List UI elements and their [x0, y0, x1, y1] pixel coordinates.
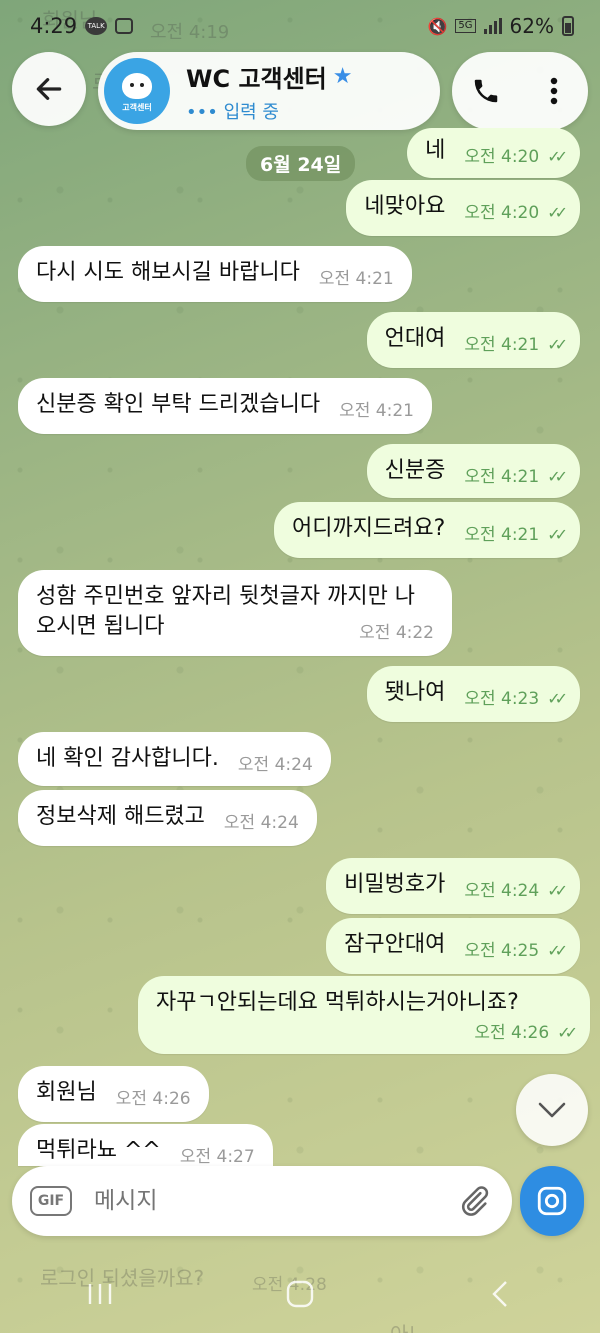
message-text: 네 [425, 138, 446, 163]
message-time: 오전 4:21 [464, 467, 540, 487]
message-text: 먹튀라뇨 ^^ [36, 1138, 161, 1163]
recent-apps-icon [88, 1284, 112, 1304]
message-out[interactable]: 자꾸ㄱ안되는데요 먹튀하시는거아니죠? 오전 4:26 ✓✓ [138, 976, 590, 1054]
status-bar: 4:29 TALK 🔇 5G 62% [0, 0, 600, 52]
message-text: 회원님 [36, 1080, 97, 1105]
message-time: 오전 4:24 [237, 755, 313, 775]
message-out[interactable]: 비밀벙호가 오전 4:24 ✓✓ [326, 858, 580, 914]
message-time: 오전 4:21 [464, 335, 540, 355]
message-time: 오전 4:25 [464, 941, 540, 961]
message-time: 오전 4:26 [474, 1023, 550, 1043]
message-out[interactable]: 네 오전 4:20 ✓✓ [407, 128, 580, 178]
message-time: 오전 4:21 [318, 269, 394, 289]
message-text: 네 확인 감사합니다. [36, 746, 219, 771]
paperclip-icon [461, 1186, 489, 1216]
message-out[interactable]: 됏나여 오전 4:23 ✓✓ [366, 666, 580, 722]
message-text: 어디까지드려요? [291, 516, 446, 541]
message-time: 오전 4:20 [464, 147, 540, 167]
message-out[interactable]: 어디까지드려요? 오전 4:21 ✓✓ [273, 502, 580, 558]
home-icon [286, 1280, 314, 1308]
message-in[interactable]: 성함 주민번호 앞자리 뒷첫글자 까지만 나오시면 됩니다 오전 4:22 [18, 570, 452, 656]
recent-apps-button[interactable] [70, 1269, 130, 1319]
message-text: 신분증 [384, 458, 446, 483]
phone-icon [474, 79, 498, 103]
message-time: 오전 4:22 [359, 623, 434, 643]
read-check-icon: ✓✓ [547, 335, 568, 354]
battery-icon [562, 16, 574, 36]
more-vertical-icon [550, 77, 558, 105]
read-check-icon: ✓✓ [547, 881, 568, 900]
message-text: 정보삭제 해드렸고 [36, 804, 205, 829]
back-nav-button[interactable] [470, 1269, 530, 1319]
read-check-icon: ✓✓ [557, 1023, 578, 1042]
call-button[interactable] [460, 65, 512, 117]
signal-icon [483, 18, 502, 34]
message-time: 오전 4:26 [115, 1089, 191, 1109]
chat-title: WC 고객센터 ★ [186, 59, 353, 94]
camera-icon [537, 1186, 567, 1216]
message-text: 언대여 [384, 326, 446, 351]
read-check-icon: ✓✓ [547, 467, 568, 486]
message-in[interactable]: 네 확인 감사합니다. 오전 4:24 [18, 732, 331, 786]
back-button[interactable] [12, 52, 86, 126]
message-text: 됏나여 [384, 680, 446, 705]
chevron-down-icon [538, 1102, 566, 1118]
message-in[interactable]: 신분증 확인 부탁 드리겠습니다 오전 4:21 [18, 378, 432, 434]
message-input-bar: GIF [12, 1166, 512, 1236]
message-out[interactable]: 신분증 오전 4:21 ✓✓ [366, 444, 580, 498]
home-button[interactable] [270, 1269, 330, 1319]
message-out[interactable]: 언대여 오전 4:21 ✓✓ [366, 312, 580, 368]
battery-percent: 62% [509, 14, 554, 38]
message-time: 오전 4:23 [464, 689, 540, 709]
system-navigation-bar [0, 1262, 600, 1326]
read-check-icon: ✓✓ [547, 147, 568, 166]
gif-button[interactable]: GIF [30, 1186, 72, 1216]
message-time: 오전 4:20 [464, 203, 540, 223]
star-icon: ★ [332, 63, 353, 89]
message-time: 오전 4:27 [179, 1147, 255, 1166]
back-chevron-icon [492, 1281, 507, 1307]
message-out[interactable]: 네맞아요 오전 4:20 ✓✓ [346, 180, 580, 236]
message-out[interactable]: 잠구안대여 오전 4:25 ✓✓ [326, 918, 580, 974]
message-time: 오전 4:21 [464, 525, 540, 545]
read-check-icon: ✓✓ [547, 203, 568, 222]
avatar-label: 고객센터 [122, 103, 152, 112]
read-check-icon: ✓✓ [547, 941, 568, 960]
message-text: 다시 시도 해보시길 바랍니다 [36, 260, 300, 285]
message-input[interactable] [94, 1188, 454, 1214]
read-check-icon: ✓✓ [547, 689, 568, 708]
status-time: 4:29 [30, 14, 78, 38]
message-time: 오전 4:24 [464, 881, 540, 901]
message-text: 자꾸ㄱ안되는데요 먹튀하시는거아니죠? [156, 990, 519, 1015]
message-text: 네맞아요 [364, 194, 446, 219]
message-in[interactable]: 회원님 오전 4:26 [18, 1066, 209, 1122]
kakaotalk-icon: TALK [85, 17, 108, 35]
message-time: 오전 4:24 [223, 813, 299, 833]
message-text: 비밀벙호가 [344, 872, 446, 897]
avatar-face-icon [122, 73, 152, 99]
chat-header[interactable]: 고객센터 WC 고객센터 ★ ••• 입력 중 [98, 52, 440, 130]
mute-icon: 🔇 [427, 16, 448, 36]
message-text: 신분증 확인 부탁 드리겠습니다 [36, 392, 321, 417]
avatar[interactable]: 고객센터 [104, 58, 170, 124]
chat-title-text: WC 고객센터 [186, 64, 327, 93]
message-in[interactable]: 먹튀라뇨 ^^ 오전 4:27 [18, 1124, 273, 1166]
message-in[interactable]: 정보삭제 해드렸고 오전 4:24 [18, 790, 317, 846]
date-badge: 6월 24일 [246, 146, 356, 181]
network-icon: 5G [455, 19, 476, 33]
back-arrow-icon [36, 78, 62, 100]
message-in[interactable]: 다시 시도 해보시길 바랍니다 오전 4:21 [18, 246, 412, 302]
message-text: 잠구안대여 [344, 932, 446, 957]
scroll-down-button[interactable] [516, 1074, 588, 1146]
attach-button[interactable] [454, 1181, 494, 1221]
header-actions [452, 52, 588, 130]
message-time: 오전 4:21 [339, 401, 414, 421]
gallery-icon [115, 18, 134, 34]
more-options-button[interactable] [528, 65, 580, 117]
typing-status: ••• 입력 중 [186, 101, 279, 123]
camera-button[interactable] [520, 1166, 584, 1236]
read-check-icon: ✓✓ [547, 525, 568, 544]
